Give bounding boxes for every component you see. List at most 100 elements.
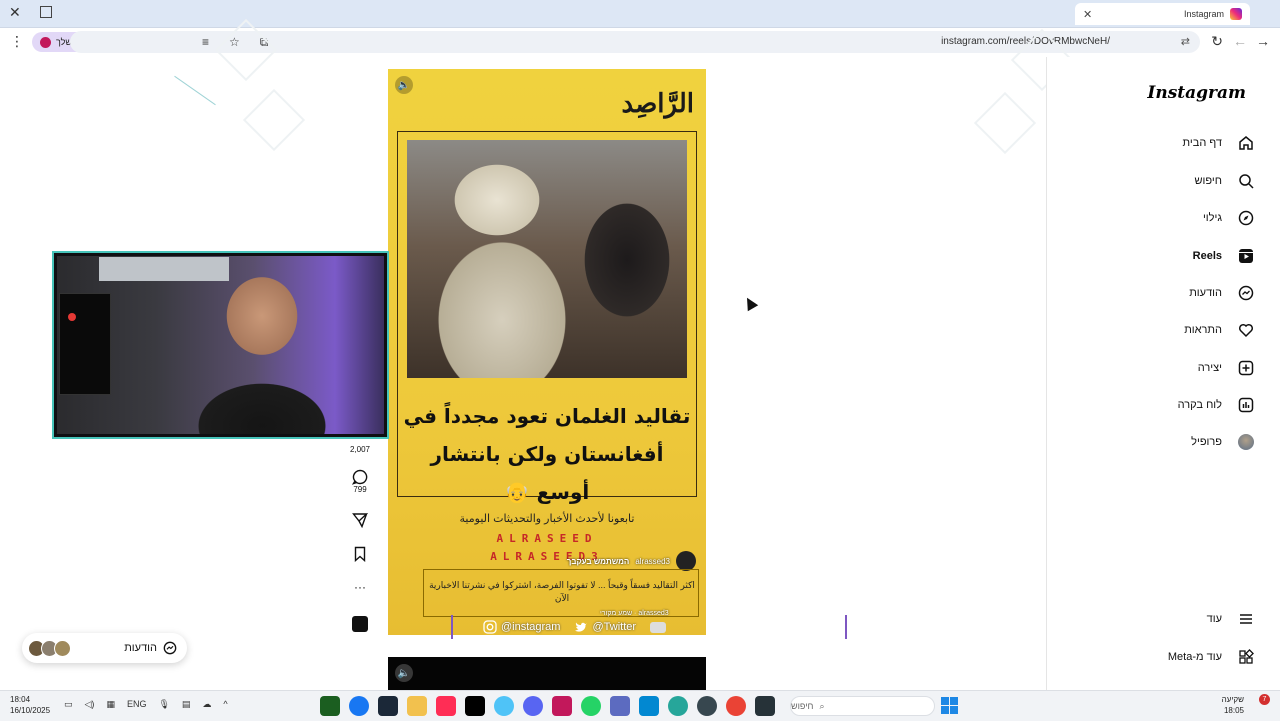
sidebar-item-explore[interactable]: גילוי: [1203, 206, 1256, 230]
hamburger-icon: [1236, 609, 1256, 629]
volume-icon[interactable]: ◁): [85, 699, 95, 710]
webcam-led: [68, 313, 76, 321]
windows-taskbar: 18:04 16/10/2025 ▭ ◁) ▦ ENG 🎙 ▤ ☁ ^ ⌕ חי…: [0, 690, 1280, 721]
site-info-icon[interactable]: ⇄: [1181, 35, 1190, 48]
tab-title: Instagram: [1183, 9, 1224, 19]
clock-right[interactable]: שקיעה 18:05: [1222, 694, 1244, 716]
new-window-icon[interactable]: [40, 6, 52, 18]
save-button[interactable]: [346, 546, 374, 562]
dashboard-icon: [1236, 395, 1256, 415]
obs-icon[interactable]: [697, 696, 717, 716]
notification-badge[interactable]: 7: [1259, 694, 1270, 705]
snap-handle-1: ALRASEED: [496, 532, 598, 545]
system-tray: ▭ ◁) ▦ ENG 🎙 ▤ ☁ ^: [64, 699, 228, 710]
clock-left[interactable]: 18:04 16/10/2025: [10, 694, 50, 716]
next-reel-video[interactable]: 🔈: [388, 657, 706, 690]
language-indicator[interactable]: ENG: [127, 699, 147, 710]
search-icon: [1236, 171, 1256, 191]
share-button[interactable]: [346, 512, 374, 528]
instagram-logo[interactable]: Instagram: [1147, 83, 1246, 103]
search-icon: ⌕: [819, 700, 825, 711]
chrome-icon[interactable]: [726, 696, 746, 716]
webcam-overlay: [52, 251, 389, 439]
close-window-icon[interactable]: ✕: [9, 4, 21, 21]
battery-icon[interactable]: ▭: [64, 699, 73, 710]
onedrive-icon[interactable]: ☁: [202, 699, 211, 710]
mute-icon[interactable]: 🔈: [395, 76, 413, 94]
edge-icon[interactable]: [668, 696, 688, 716]
nvidia-icon[interactable]: [320, 696, 340, 716]
network-icon[interactable]: ▦: [106, 699, 115, 710]
forward-icon[interactable]: ←: [1233, 33, 1247, 49]
acrobat-icon[interactable]: [552, 696, 572, 716]
audio-thumb-button[interactable]: [346, 616, 374, 632]
account-name[interactable]: alrassed3: [635, 557, 670, 566]
sidebar-item-search[interactable]: חיפוש: [1195, 169, 1256, 193]
sidebar-item-label: חיפוש: [1194, 175, 1222, 187]
sidebar-item-create[interactable]: יצירה: [1198, 356, 1256, 380]
send-icon: [352, 513, 368, 528]
calculator-icon[interactable]: [610, 696, 630, 716]
chevron-up-icon[interactable]: ^: [223, 699, 227, 710]
more-options-icon[interactable]: ···: [346, 580, 374, 594]
like-count: 2,007: [349, 445, 371, 454]
audio-thumb-icon: [352, 616, 368, 632]
profile-dot-icon: [40, 36, 51, 48]
reel-account-row[interactable]: alrassed3 המשתמש בעקבך: [567, 551, 696, 571]
instagram-favicon-icon: [1230, 8, 1242, 20]
terminal-icon[interactable]: [755, 696, 775, 716]
comment-button[interactable]: 799: [346, 469, 374, 494]
store-icon[interactable]: [639, 696, 659, 716]
stream-social-bar: @instagram @Twitter: [451, 615, 847, 639]
overlay-twitter-handle: @Twitter: [592, 621, 637, 633]
sidebar-item-home[interactable]: דף הבית: [1183, 131, 1256, 155]
reel-follow-text: تابعونا لأحدث الأخبار والتحديثات اليومية: [459, 513, 635, 525]
back-icon[interactable]: →: [1256, 33, 1270, 49]
file-explorer-icon[interactable]: [407, 696, 427, 716]
tab-instagram[interactable]: ✕ Instagram: [1075, 3, 1250, 25]
app-icon[interactable]: [494, 696, 514, 716]
sidebar-more-label: עוד: [1206, 613, 1222, 625]
messenger-icon: [1236, 283, 1256, 303]
sidebar-item-dashboard[interactable]: לוח בקרה: [1178, 393, 1256, 417]
avatar: [54, 639, 71, 657]
tiktok-studio-icon[interactable]: [436, 696, 456, 716]
steam-icon[interactable]: [378, 696, 398, 716]
sidebar-item-messages[interactable]: הודעות: [1189, 281, 1256, 305]
sidebar-item-profile[interactable]: פרופיל: [1191, 430, 1256, 454]
start-button[interactable]: [941, 697, 958, 714]
sidebar-item-notifications[interactable]: התראות: [1184, 318, 1256, 342]
taskbar-app-icon[interactable]: ▤: [182, 699, 191, 710]
messages-pill[interactable]: הודעות: [22, 633, 187, 663]
comment-count: 799: [353, 485, 367, 494]
taskbar-apps: [320, 696, 775, 716]
tiktok-icon[interactable]: [465, 696, 485, 716]
mouse-cursor: [741, 294, 759, 312]
close-tab-icon[interactable]: ✕: [1083, 8, 1092, 21]
taskbar-search[interactable]: ⌕ חיפוש: [790, 696, 935, 716]
meta-grid-icon: [1236, 647, 1256, 667]
sidebar-item-reels[interactable]: Reels: [1193, 244, 1256, 268]
reel-caption[interactable]: اكثر التقاليد فسقاً وقبحاً ... لا تفوتوا…: [428, 579, 696, 605]
discord-icon[interactable]: [523, 696, 543, 716]
overlay-gem-diamond: [973, 91, 1037, 155]
menu-kebab-icon[interactable]: ⋮: [10, 33, 24, 50]
reel-brand: الرَّاصِد: [621, 89, 694, 119]
follow-button[interactable]: המשתמש בעקבך: [567, 557, 630, 566]
reel-video[interactable]: 🔈 الرَّاصِد تقاليد الغلمان تعود مجدداً ف…: [388, 69, 706, 635]
sidebar-item-label: דף הבית: [1182, 137, 1222, 149]
mute-icon[interactable]: 🔈: [395, 664, 413, 682]
whatsapp-icon[interactable]: [581, 696, 601, 716]
reload-icon[interactable]: ↻: [1211, 33, 1223, 50]
sidebar-item-label: גילוי: [1202, 212, 1222, 224]
mic-icon[interactable]: 🎙: [158, 699, 169, 710]
facebook-icon[interactable]: [349, 696, 369, 716]
account-avatar[interactable]: [676, 551, 696, 571]
webcam-pc-case: [59, 293, 111, 395]
sidebar-more[interactable]: עוד: [1207, 607, 1256, 631]
overlay-star-diamond: [242, 88, 306, 152]
tune-icon[interactable]: ≡: [202, 35, 209, 50]
overlay-twitter: @Twitter: [574, 620, 636, 634]
sidebar-meta-more[interactable]: עוד מ-Meta: [1168, 645, 1256, 669]
webcam-window: [99, 257, 229, 281]
